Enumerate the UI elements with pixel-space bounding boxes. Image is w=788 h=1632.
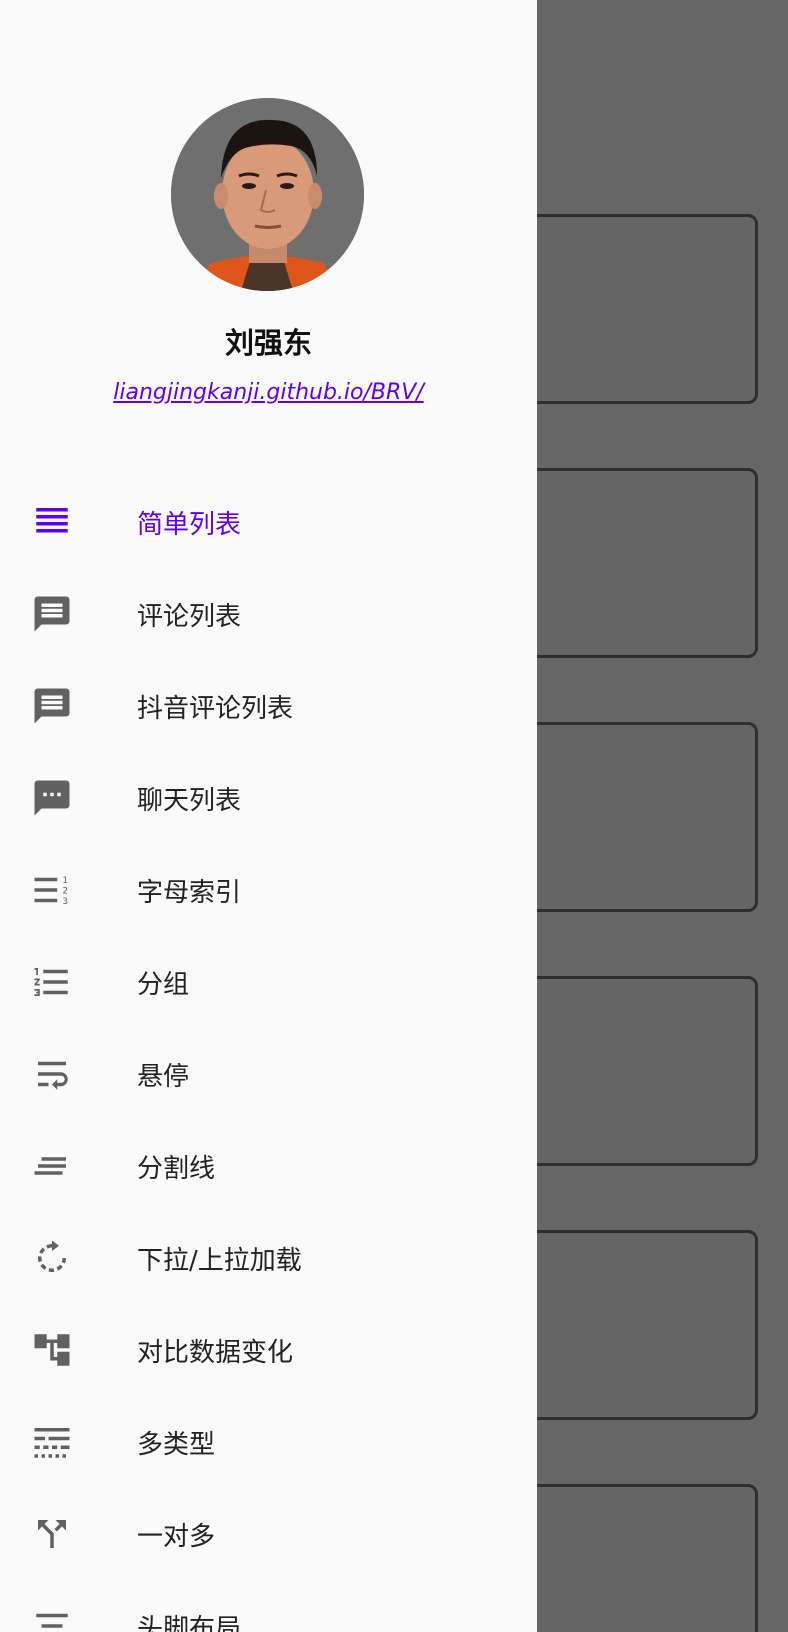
avatar[interactable] — [171, 98, 364, 291]
menu-item-label: 分割线 — [137, 1153, 216, 1184]
menu-item-multi-type[interactable]: 多类型 — [0, 1396, 537, 1488]
menu-item-label: 聊天列表 — [137, 785, 242, 816]
comment-icon — [31, 685, 73, 727]
header-footer-icon — [31, 1605, 73, 1632]
profile-link[interactable]: liangjingkanji.github.io/BRV/ — [0, 380, 537, 405]
user-name: 刘强东 — [224, 326, 312, 360]
refresh-icon — [31, 1237, 73, 1279]
alphabet-index-icon: 1 2 3 — [31, 869, 73, 911]
menu-item-label: 一对多 — [137, 1521, 216, 1552]
menu-item-comment-list[interactable]: 评论列表 — [0, 568, 537, 660]
menu-item-douyin-comment-list[interactable]: 抖音评论列表 — [0, 660, 537, 752]
svg-text:3: 3 — [63, 897, 69, 907]
svg-text:1: 1 — [63, 876, 69, 886]
svg-text:2: 2 — [63, 887, 69, 897]
menu-item-label: 多类型 — [137, 1429, 216, 1460]
menu-item-label: 对比数据变化 — [137, 1337, 294, 1368]
menu-item-chat-list[interactable]: 聊天列表 — [0, 752, 537, 844]
menu-item-label: 抖音评论列表 — [137, 693, 294, 724]
menu-item-divider[interactable]: 分割线 — [0, 1120, 537, 1212]
menu-item-label: 分组 — [137, 969, 190, 1000]
numbered-list-icon — [31, 961, 73, 1003]
avatar-photo — [171, 98, 364, 291]
comment-icon — [31, 593, 73, 635]
menu-item-label: 悬停 — [137, 1061, 190, 1092]
menu-item-label: 评论列表 — [137, 601, 242, 632]
menu-item-label: 下拉/上拉加载 — [137, 1245, 302, 1276]
list-icon — [31, 501, 73, 543]
menu-item-one-to-many[interactable]: 一对多 — [0, 1488, 537, 1580]
tree-diff-icon — [31, 1329, 73, 1371]
menu-item-header-footer[interactable]: 头脚布局 — [0, 1580, 537, 1632]
menu-item-group[interactable]: 分组 — [0, 936, 537, 1028]
menu-item-simple-list[interactable]: 简单列表 — [0, 476, 537, 568]
menu-item-label: 头脚布局 — [137, 1613, 242, 1632]
chat-bubble-icon — [31, 777, 73, 819]
menu-item-refresh-load[interactable]: 下拉/上拉加载 — [0, 1212, 537, 1304]
menu-item-sticky[interactable]: 悬停 — [0, 1028, 537, 1120]
menu-item-diff[interactable]: 对比数据变化 — [0, 1304, 537, 1396]
menu-item-label: 字母索引 — [137, 877, 242, 908]
navigation-drawer: 刘强东 liangjingkanji.github.io/BRV/ 简单列表 评… — [0, 0, 537, 1632]
multi-type-icon — [31, 1421, 73, 1463]
menu-item-alphabet-index[interactable]: 1 2 3 字母索引 — [0, 844, 537, 936]
split-icon — [31, 1513, 73, 1555]
menu-item-label: 简单列表 — [137, 509, 242, 540]
wrap-text-icon — [31, 1053, 73, 1095]
divider-lines-icon — [31, 1145, 73, 1187]
